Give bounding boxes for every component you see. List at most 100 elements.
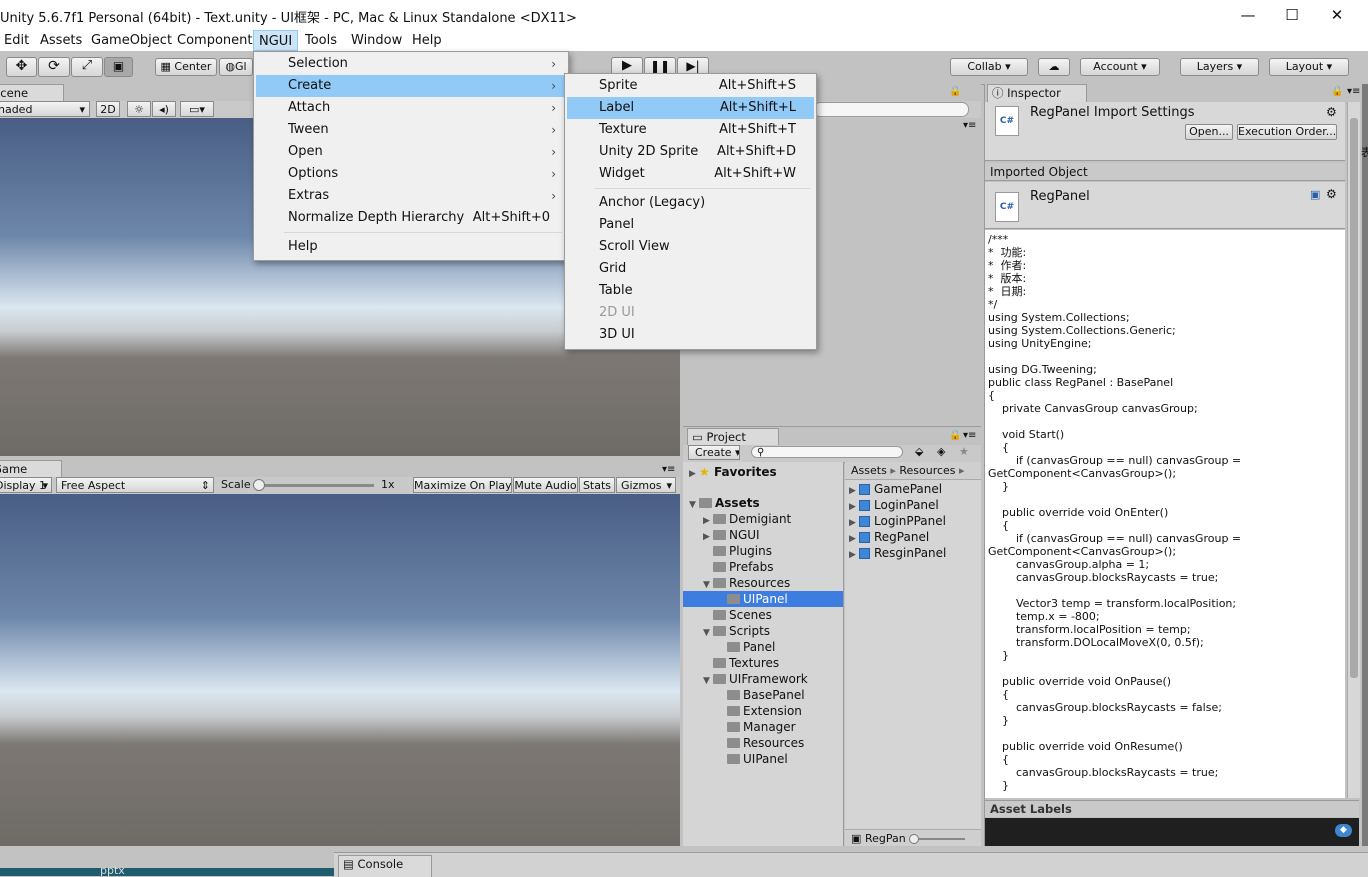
rect-tool-button[interactable]: ▣ <box>104 57 133 77</box>
scale-slider-handle[interactable] <box>253 479 265 491</box>
gear-icon[interactable]: ⚙ <box>1326 187 1337 201</box>
file-item[interactable]: ▶ GamePanel <box>849 481 942 497</box>
tag-icon[interactable]: ◆ <box>1335 824 1352 837</box>
aspect-dropdown[interactable]: Free Aspect ⇕ <box>56 477 214 493</box>
create-menu-item-anchor-legacy-[interactable]: Anchor (Legacy) <box>567 192 814 214</box>
breadcrumb-assets[interactable]: Assets <box>851 464 887 477</box>
lock-icon[interactable]: 🔒 <box>949 430 961 441</box>
mute-audio-toggle[interactable]: Mute Audio <box>513 477 578 493</box>
layers-dropdown[interactable]: Layers ▾ <box>1180 58 1259 76</box>
cloud-button[interactable]: ☁ <box>1038 58 1070 76</box>
effects-dropdown[interactable]: ▭▾ <box>180 101 214 117</box>
minimize-button[interactable]: — <box>1225 0 1271 30</box>
menu-gameobject[interactable]: GameObject <box>87 30 176 51</box>
create-menu-item-scroll-view[interactable]: Scroll View <box>567 236 814 258</box>
menu-window[interactable]: Window <box>347 30 406 51</box>
project-tree-item[interactable]: ▼ Resources <box>683 575 843 591</box>
tab-console[interactable]: ▤ Console <box>338 855 432 877</box>
project-tree-item[interactable]: ▶ NGUI <box>683 527 843 543</box>
close-button[interactable]: ✕ <box>1314 0 1360 30</box>
tab-game[interactable]: Game <box>0 460 62 478</box>
scale-slider[interactable] <box>256 484 374 487</box>
collab-dropdown[interactable]: Collab ▾ <box>950 58 1028 76</box>
project-tree-item[interactable]: Textures <box>683 655 843 671</box>
project-tree-item[interactable]: Resources <box>683 735 843 751</box>
create-menu-item-3d-ui[interactable]: 3D UI <box>567 324 814 346</box>
global-toggle[interactable]: ◍Gl <box>219 58 253 76</box>
maximize-on-play-toggle[interactable]: Maximize On Play <box>413 477 512 493</box>
inspector-scrollbar[interactable] <box>1347 102 1360 798</box>
file-item[interactable]: ▶ RegPanel <box>849 529 929 545</box>
project-tree-item[interactable]: UIPanel <box>683 591 843 607</box>
project-tree-item[interactable]: Manager <box>683 719 843 735</box>
create-menu-item-label[interactable]: Label Alt+Shift+L <box>567 97 814 119</box>
gear-icon[interactable]: ⚙ <box>1326 105 1337 119</box>
ngui-menu-item-create[interactable]: Create › <box>256 75 566 97</box>
menu-edit[interactable]: Edit <box>0 30 33 51</box>
filter-by-type-icon[interactable]: ⬙ <box>915 445 923 458</box>
maximize-button[interactable]: ☐ <box>1269 0 1315 30</box>
mode-2d-toggle[interactable]: 2D <box>96 101 120 117</box>
icon-size-slider[interactable] <box>913 838 965 840</box>
lighting-toggle[interactable]: ☼ <box>127 101 151 117</box>
scale-tool-button[interactable]: ⤢ <box>71 57 103 77</box>
project-tree-item[interactable]: Extension <box>683 703 843 719</box>
menu-assets[interactable]: Assets <box>36 30 86 51</box>
ngui-menu-item-help[interactable]: Help <box>256 236 566 258</box>
breadcrumb-resources[interactable]: Resources <box>899 464 955 477</box>
tab-scene[interactable]: Scene <box>0 84 64 102</box>
icon-size-slider-handle[interactable] <box>909 834 919 844</box>
project-tree-item[interactable]: Prefabs <box>683 559 843 575</box>
taskbar-item-label[interactable]: pptx <box>100 864 125 877</box>
ngui-menu-item-open[interactable]: Open › <box>256 141 566 163</box>
create-menu-item-unity-2d-sprite[interactable]: Unity 2D Sprite Alt+Shift+D <box>567 141 814 163</box>
project-tree-item[interactable]: Plugins <box>683 543 843 559</box>
favorites-item[interactable]: ▶ ★ Favorites <box>689 464 777 480</box>
create-menu-item-panel[interactable]: Panel <box>567 214 814 236</box>
lock-icon[interactable]: 🔒 <box>1331 86 1343 97</box>
project-tree-item[interactable]: UIPanel <box>683 751 843 767</box>
create-menu-item-sprite[interactable]: Sprite Alt+Shift+S <box>567 75 814 97</box>
project-create-dropdown[interactable]: Create ▾ <box>688 445 740 460</box>
open-button[interactable]: Open... <box>1185 124 1233 140</box>
project-tree-item[interactable]: BasePanel <box>683 687 843 703</box>
file-item[interactable]: ▶ ResginPanel <box>849 545 946 561</box>
scrollbar-thumb[interactable] <box>1350 118 1358 678</box>
help-icon[interactable]: ▣ <box>1310 188 1320 201</box>
ngui-menu-item-extras[interactable]: Extras › <box>256 185 566 207</box>
ngui-menu-item-attach[interactable]: Attach › <box>256 97 566 119</box>
create-menu-item-widget[interactable]: Widget Alt+Shift+W <box>567 163 814 185</box>
project-search-input[interactable]: ⚲ <box>751 446 903 458</box>
project-tree-item[interactable]: ▼ UIFramework <box>683 671 843 687</box>
ngui-menu-item-tween[interactable]: Tween › <box>256 119 566 141</box>
filter-by-label-icon[interactable]: ◈ <box>937 445 945 458</box>
create-menu-item-2d-ui[interactable]: 2D UI <box>567 302 814 324</box>
project-tree-item[interactable]: Panel <box>683 639 843 655</box>
star-icon[interactable]: ★ <box>959 445 969 458</box>
menu-tools[interactable]: Tools <box>301 30 341 51</box>
panel-menu-icon[interactable]: ▾≡ <box>963 430 976 441</box>
expand-arrow-icon[interactable]: ▶ <box>849 547 859 563</box>
rotate-tool-button[interactable]: ⟳ <box>38 57 70 77</box>
tab-inspector[interactable]: ⓘ Inspector <box>987 84 1087 102</box>
pivot-toggle[interactable]: ▦ Center <box>155 58 217 76</box>
display-dropdown[interactable]: Display 1 ▾ <box>0 477 52 493</box>
panel-menu-icon[interactable]: ▾≡ <box>963 120 976 131</box>
lock-icon[interactable]: 🔒 <box>949 86 961 97</box>
ngui-menu-item-options[interactable]: Options › <box>256 163 566 185</box>
project-tree-item[interactable]: Scenes <box>683 607 843 623</box>
gizmos-dropdown[interactable]: Gizmos ▾ <box>616 477 676 493</box>
hierarchy-search-input[interactable] <box>813 102 969 117</box>
move-tool-button[interactable]: ✥ <box>6 57 37 77</box>
create-menu-item-grid[interactable]: Grid <box>567 258 814 280</box>
create-menu-item-table[interactable]: Table <box>567 280 814 302</box>
project-tree-item[interactable]: ▶ Demigiant <box>683 511 843 527</box>
execution-order-button[interactable]: Execution Order... <box>1237 124 1337 140</box>
stats-toggle[interactable]: Stats <box>579 477 615 493</box>
panel-menu-icon[interactable]: ▾≡ <box>662 464 675 475</box>
project-tree-item[interactable]: ▼ Scripts <box>683 623 843 639</box>
tab-project[interactable]: ▭ Project <box>687 428 779 446</box>
shading-dropdown[interactable]: Shaded ▾ <box>0 101 90 117</box>
panel-menu-icon[interactable]: ▾≡ <box>1347 86 1360 97</box>
file-item[interactable]: ▶ LoginPPanel <box>849 513 946 529</box>
